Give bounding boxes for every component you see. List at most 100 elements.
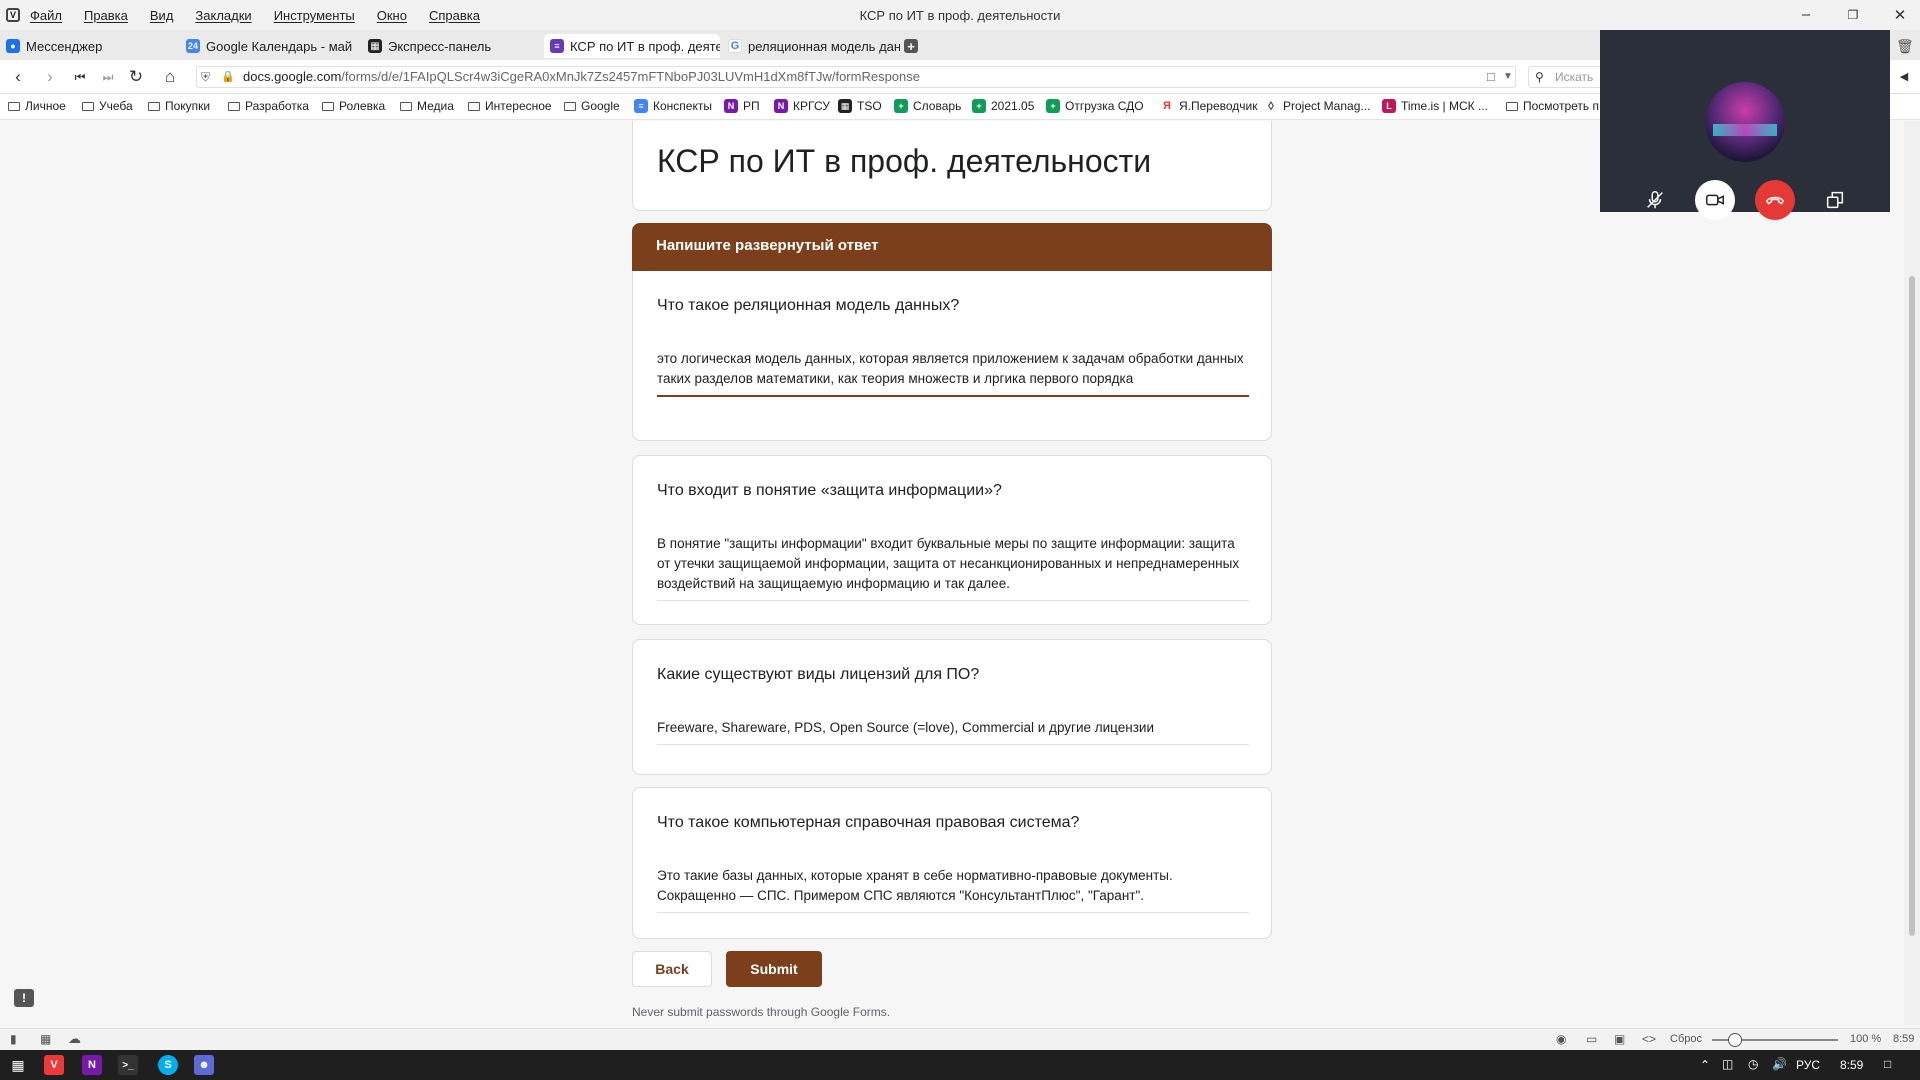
bookmark-folder-google[interactable]: Google bbox=[564, 99, 620, 113]
bookmark-folder-interesting[interactable]: Интересное bbox=[468, 99, 552, 113]
answer-textarea[interactable]: Freeware, Shareware, PDS, Open Source (=… bbox=[657, 718, 1249, 745]
popout-button[interactable] bbox=[1815, 180, 1855, 220]
bookmark-folder-media[interactable]: Медиа bbox=[400, 99, 454, 113]
answer-textarea[interactable]: Это такие базы данных, которые хранят в … bbox=[657, 866, 1249, 913]
restore-icon[interactable]: ❐ bbox=[1843, 8, 1863, 22]
tab-label: Google Календарь - май 2 bbox=[206, 38, 354, 54]
zoom-level[interactable]: 100 % bbox=[1850, 1033, 1881, 1045]
fast-forward-icon[interactable]: ⏭ bbox=[98, 67, 118, 87]
bookmark-folder-roleplay[interactable]: Ролевка bbox=[322, 99, 385, 113]
window-icon[interactable]: ▭ bbox=[1586, 1032, 1597, 1046]
bookmark-tso[interactable]: ▦ TSO bbox=[838, 99, 882, 113]
bookmark-icon[interactable]: □ bbox=[1487, 67, 1495, 87]
tab-calendar[interactable]: 24 Google Календарь - май 2 bbox=[186, 34, 354, 58]
new-tab-button[interactable]: + bbox=[904, 34, 924, 58]
discord-icon[interactable]: ☻ bbox=[194, 1055, 214, 1075]
tab-speed-dial[interactable]: ▦ Экспресс-панель bbox=[368, 34, 528, 58]
menu-bookmarks[interactable]: Закладки bbox=[195, 8, 251, 23]
answer-textarea[interactable]: В понятие "защиты информации" входит бук… bbox=[657, 534, 1249, 601]
cloud-icon[interactable]: ☁ bbox=[68, 1031, 81, 1047]
menu-view[interactable]: Вид bbox=[150, 8, 174, 23]
bookmark-folder-personal[interactable]: Личное bbox=[8, 99, 66, 113]
hang-up-icon bbox=[1765, 196, 1785, 205]
chevron-up-icon[interactable]: ⌃ bbox=[1700, 1058, 1710, 1072]
skype-icon[interactable]: S bbox=[158, 1055, 178, 1075]
menu-window[interactable]: Окно bbox=[377, 8, 407, 23]
page-content: КСР по ИТ в проф. деятельности Напишите … bbox=[0, 121, 1904, 1025]
vivaldi-logo-icon[interactable]: V bbox=[6, 8, 20, 22]
scrollbar-thumb[interactable] bbox=[1909, 276, 1915, 936]
reload-icon[interactable]: ↻ bbox=[126, 67, 146, 87]
chevron-down-icon[interactable]: ▼ bbox=[1503, 67, 1513, 87]
camera-button[interactable] bbox=[1695, 180, 1735, 220]
zoom-slider[interactable] bbox=[1712, 1033, 1838, 1047]
form-title-card: КСР по ИТ в проф. деятельности bbox=[632, 121, 1272, 211]
bookmark-folder-shopping[interactable]: Покупки bbox=[148, 99, 210, 113]
answer-textarea[interactable]: это логическая модель данных, которая яв… bbox=[657, 349, 1249, 397]
onenote-icon[interactable]: N bbox=[82, 1055, 102, 1075]
home-icon[interactable]: ⌂ bbox=[160, 67, 180, 87]
address-input[interactable]: ⛨ 🔒 docs.google.com/forms/d/e/1FAIpQLScr… bbox=[196, 66, 1516, 88]
bookmark-rp[interactable]: N РП bbox=[724, 99, 760, 113]
bookmark-folder-study[interactable]: Учеба bbox=[82, 99, 133, 113]
bookmark-label: Учеба bbox=[99, 99, 133, 113]
menu-help[interactable]: Справка bbox=[429, 8, 480, 23]
tab-ksr-form[interactable]: ≡ КСР по ИТ в проф. деятел bbox=[544, 34, 720, 58]
menu-edit[interactable]: Правка bbox=[84, 8, 128, 23]
feedback-icon[interactable]: ! bbox=[14, 989, 34, 1007]
close-icon[interactable]: ✕ bbox=[1890, 6, 1910, 24]
bookmark-krgsu[interactable]: N КРГСУ bbox=[774, 99, 830, 113]
rewind-icon[interactable]: ⏮ bbox=[70, 67, 90, 87]
notifications-icon[interactable]: □ bbox=[1884, 1057, 1891, 1071]
language-indicator[interactable]: РУС bbox=[1796, 1058, 1820, 1072]
bookmark-yandex-translate[interactable]: Я Я.Переводчик bbox=[1160, 99, 1258, 113]
zoom-slider-handle[interactable] bbox=[1728, 1033, 1742, 1047]
tab-label: реляционная модель данн bbox=[748, 38, 900, 54]
windows-start-icon[interactable]: ▦ bbox=[8, 1055, 28, 1075]
vivaldi-icon[interactable]: V bbox=[44, 1055, 64, 1075]
question-text: Что входит в понятие «защита информации»… bbox=[657, 482, 1002, 499]
bookmark-label: Ролевка bbox=[339, 99, 386, 113]
code-icon[interactable]: <> bbox=[1642, 1032, 1656, 1046]
trash-icon[interactable]: 🗑 bbox=[1896, 34, 1916, 58]
bookmark-2021-05[interactable]: +2021.05 bbox=[972, 99, 1034, 113]
bookmark-label: КРГСУ bbox=[793, 99, 830, 113]
back-button[interactable]: Back bbox=[632, 951, 712, 987]
panel-toggle-icon[interactable]: ◀ bbox=[1894, 67, 1914, 87]
question-card: Что входит в понятие «защита информации»… bbox=[632, 455, 1272, 625]
panel-icon[interactable]: ▮ bbox=[10, 1032, 17, 1046]
bookmark-label: Отгрузка СДО bbox=[1065, 99, 1144, 113]
menu-tools[interactable]: Инструменты bbox=[274, 8, 355, 23]
trello-icon: ▦ bbox=[838, 99, 852, 113]
tab-messenger[interactable]: ● Мессенджер bbox=[6, 34, 166, 58]
mute-microphone-button[interactable] bbox=[1635, 180, 1675, 220]
wifi-icon[interactable]: ◷ bbox=[1748, 1057, 1758, 1071]
shield-icon[interactable]: ⛨ bbox=[201, 67, 210, 87]
tile-icon[interactable]: ▦ bbox=[40, 1032, 51, 1046]
terminal-icon[interactable]: >_ bbox=[118, 1055, 138, 1075]
bookmark-folder-view-more[interactable]: Посмотреть п... bbox=[1506, 99, 1609, 113]
sheets-icon: + bbox=[1046, 99, 1060, 113]
back-icon[interactable]: ‹ bbox=[8, 67, 28, 87]
taskbar-clock[interactable]: 8:59 bbox=[1840, 1058, 1863, 1072]
submit-button[interactable]: Submit bbox=[726, 951, 822, 987]
scrollbar[interactable] bbox=[1904, 121, 1920, 1025]
bookmark-folder-dev[interactable]: Разработка bbox=[228, 99, 309, 113]
camera-icon[interactable]: ◉ bbox=[1556, 1032, 1566, 1046]
menu-file[interactable]: Файл bbox=[30, 8, 62, 23]
zoom-reset-button[interactable]: Сброс bbox=[1670, 1033, 1702, 1045]
bookmark-time-is[interactable]: L Time.is | МСК ... bbox=[1382, 99, 1488, 113]
forward-icon[interactable]: › bbox=[40, 67, 60, 87]
calendar-icon: 24 bbox=[186, 39, 200, 53]
minimize-icon[interactable]: – bbox=[1796, 6, 1816, 23]
hang-up-button[interactable] bbox=[1755, 180, 1795, 220]
bookmark-dictionary[interactable]: + Словарь bbox=[894, 99, 961, 113]
volume-icon[interactable]: 🔊 bbox=[1772, 1057, 1787, 1071]
bookmark-shipment-sdo[interactable]: + Отгрузка СДО bbox=[1046, 99, 1144, 113]
bookmark-notes[interactable]: ≡ Конспекты bbox=[634, 99, 712, 113]
image-icon[interactable]: ▣ bbox=[1614, 1032, 1625, 1046]
tab-google-search[interactable]: G реляционная модель данн bbox=[728, 34, 900, 58]
onenote-icon: N bbox=[724, 99, 738, 113]
bookmark-project-management[interactable]: ◊ Project Manag... bbox=[1264, 99, 1370, 113]
battery-icon[interactable]: ◫ bbox=[1722, 1057, 1733, 1071]
